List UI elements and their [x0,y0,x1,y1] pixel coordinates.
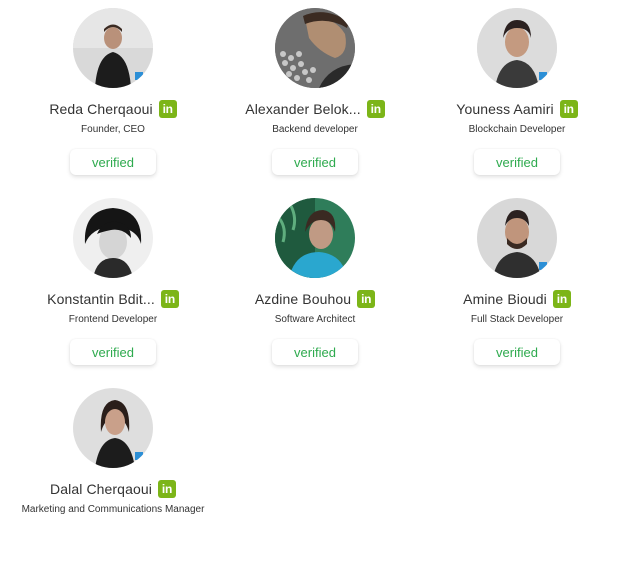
linkedin-icon[interactable]: in [366,100,385,118]
member-name: Konstantin Bdit... [47,291,155,307]
avatar[interactable] [73,8,153,88]
avatar[interactable] [477,198,557,278]
name-row: Konstantin Bdit... in [47,289,179,309]
linkedin-icon[interactable]: in [552,290,571,308]
avatar[interactable] [477,8,557,88]
member-role: Marketing and Communications Manager [21,504,205,515]
linkedin-icon[interactable]: in [158,100,177,118]
member-name: Dalal Cherqaoui [50,481,152,497]
member-name: Youness Aamiri [456,101,554,117]
team-member-card: Dalal Cherqaoui in Marketing and Communi… [12,388,214,578]
avatar-photo [275,198,355,278]
avatar-photo [477,198,557,278]
verified-button[interactable]: verified [272,339,358,365]
linkedin-icon[interactable]: in [157,480,176,498]
member-role: Frontend Developer [68,314,158,325]
linkedin-icon[interactable]: in [559,100,578,118]
linkedin-icon-label: in [164,292,175,306]
avatar[interactable] [275,8,355,88]
member-name: Reda Cherqaoui [49,101,153,117]
team-member-card: Alexander Belok... in Backend developer … [214,8,416,198]
team-member-card: Amine Bioudi in Full Stack Developer ver… [416,198,618,388]
linkedin-icon-label: in [556,292,567,306]
avatar-photo [73,198,153,278]
verified-button[interactable]: verified [70,339,156,365]
member-role: Full Stack Developer [470,314,564,325]
team-member-card: Konstantin Bdit... in Frontend Developer… [12,198,214,388]
name-row: Reda Cherqaoui in [49,99,177,119]
verified-button[interactable]: verified [474,339,560,365]
member-name: Alexander Belok... [245,101,361,117]
avatar-photo [73,8,153,88]
name-row: Alexander Belok... in [245,99,385,119]
linkedin-icon[interactable]: in [357,290,376,308]
avatar[interactable] [73,388,153,468]
member-role: Software Architect [274,314,356,325]
team-member-card: Youness Aamiri in Blockchain Developer v… [416,8,618,198]
name-row: Youness Aamiri in [456,99,578,119]
linkedin-icon-label: in [162,102,173,116]
name-row: Azdine Bouhou in [254,289,376,309]
member-role: Blockchain Developer [468,124,566,135]
verified-button[interactable]: verified [474,149,560,175]
avatar-photo [73,388,153,468]
name-row: Amine Bioudi in [463,289,571,309]
linkedin-icon-label: in [563,102,574,116]
team-member-card: Reda Cherqaoui in Founder, CEO verified [12,8,214,198]
name-row: Dalal Cherqaoui in [50,479,176,499]
avatar[interactable] [275,198,355,278]
linkedin-icon-label: in [370,102,381,116]
verified-button[interactable]: verified [272,149,358,175]
member-name: Azdine Bouhou [254,291,352,307]
verified-button[interactable]: verified [70,149,156,175]
avatar[interactable] [73,198,153,278]
member-role: Founder, CEO [81,124,145,135]
linkedin-icon[interactable]: in [160,290,179,308]
member-role: Backend developer [272,124,358,135]
linkedin-icon-label: in [361,292,372,306]
linkedin-icon-label: in [161,482,172,496]
team-member-card: Azdine Bouhou in Software Architect veri… [214,198,416,388]
member-name: Amine Bioudi [463,291,547,307]
team-grid: Reda Cherqaoui in Founder, CEO verified [12,8,618,578]
avatar-photo [477,8,557,88]
avatar-photo [275,8,355,88]
